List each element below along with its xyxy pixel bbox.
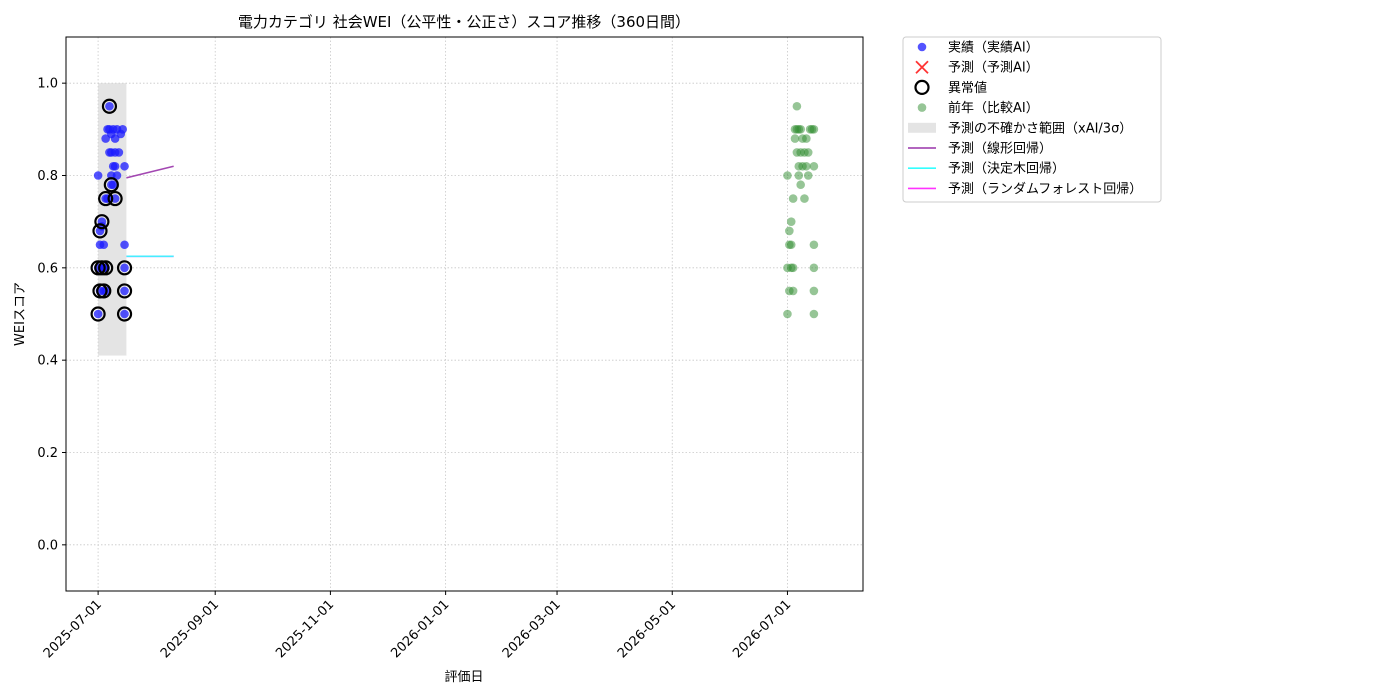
actual-point — [120, 161, 129, 171]
legend-label: 予測（ランダムフォレスト回帰） — [948, 181, 1142, 197]
previous-year-point — [786, 240, 796, 250]
legend-label: 異常値 — [948, 80, 987, 96]
x-tick-label: 2025-11-01 — [273, 597, 337, 661]
legend-marker — [917, 103, 927, 112]
previous-year-point — [800, 194, 809, 203]
previous-year-point — [783, 171, 792, 180]
legend: 実績（実績AI） 予測（予測AI） 異常値前年（比較AI） 予測の不確かさ範囲（xAI… — [902, 36, 1162, 203]
previous-year-point — [803, 148, 813, 157]
actual-point — [118, 125, 127, 134]
y-tick-label: 0.8 — [37, 169, 58, 184]
y-tick-label: 0.4 — [37, 354, 58, 369]
previous-year-point — [802, 134, 811, 143]
x-tick-label: 2025-07-01 — [41, 597, 105, 661]
x-tick-label: 2025-09-01 — [158, 597, 222, 661]
y-axis: 0.0 0.2 0.4 0.6 0.8 1.0 — [37, 77, 66, 553]
previous-year-point — [809, 263, 819, 273]
y-tick-label: 0.2 — [37, 446, 58, 461]
actual-point — [110, 161, 120, 171]
chart-title: 電力カテゴリ 社会WEI（公平性・公正さ）スコア推移（360日間） — [238, 13, 690, 31]
legend-marker — [908, 122, 936, 133]
x-axis-label: 評価日 — [444, 670, 483, 685]
actual-point — [120, 309, 129, 319]
y-tick-label: 0.6 — [37, 261, 58, 276]
actual-point — [120, 286, 129, 296]
legend-marker — [917, 42, 927, 52]
y-tick-label: 1.0 — [37, 77, 58, 92]
previous-year-point — [788, 263, 798, 273]
plot-background — [66, 37, 863, 591]
x-tick-label: 2026-01-01 — [388, 597, 452, 661]
actual-point — [120, 240, 129, 250]
x-tick-label: 2026-03-01 — [500, 597, 564, 661]
x-tick-label: 2026-07-01 — [730, 597, 794, 661]
actual-point — [120, 263, 129, 273]
legend-label: 前年（比較AI） — [948, 100, 1039, 116]
actual-point — [114, 148, 124, 157]
chart: 2025-07-01 2025-09-01 2025-11-01 2026-01-01… — [13, 13, 1162, 685]
previous-year-point — [796, 125, 805, 134]
previous-year-point — [788, 194, 798, 203]
previous-year-point — [790, 134, 800, 143]
previous-year-point — [785, 226, 794, 236]
x-tick-label: 2026-05-01 — [615, 597, 679, 661]
actual-point — [93, 309, 103, 319]
previous-year-point — [809, 309, 819, 319]
previous-year-point — [786, 217, 796, 226]
y-axis-label: WEIスコア — [13, 282, 28, 346]
legend-label: 予測の不確かさ範囲（xAI/3σ） — [948, 120, 1132, 136]
actual-point — [105, 101, 114, 111]
previous-year-point — [809, 286, 819, 296]
previous-year-point — [794, 171, 804, 180]
actual-point — [93, 171, 103, 180]
previous-year-point — [783, 309, 792, 319]
previous-year-point — [803, 171, 813, 180]
previous-year-point — [788, 286, 798, 296]
previous-year-point — [809, 240, 819, 250]
legend-label: 実績（実績AI） — [948, 40, 1039, 56]
x-axis: 2025-07-01 2025-09-01 2025-11-01 2026-01-01… — [41, 591, 794, 661]
legend-label: 予測（線形回帰） — [948, 141, 1052, 157]
previous-year-point — [792, 101, 802, 111]
legend-label: 予測（予測AI） — [948, 61, 1039, 76]
y-tick-label: 0.0 — [37, 538, 58, 553]
legend-label: 予測（決定木回帰） — [948, 161, 1065, 177]
previous-year-point — [809, 125, 819, 134]
previous-year-point — [802, 161, 811, 171]
previous-year-point — [809, 161, 819, 171]
actual-point — [99, 240, 109, 250]
previous-year-point — [796, 180, 805, 190]
